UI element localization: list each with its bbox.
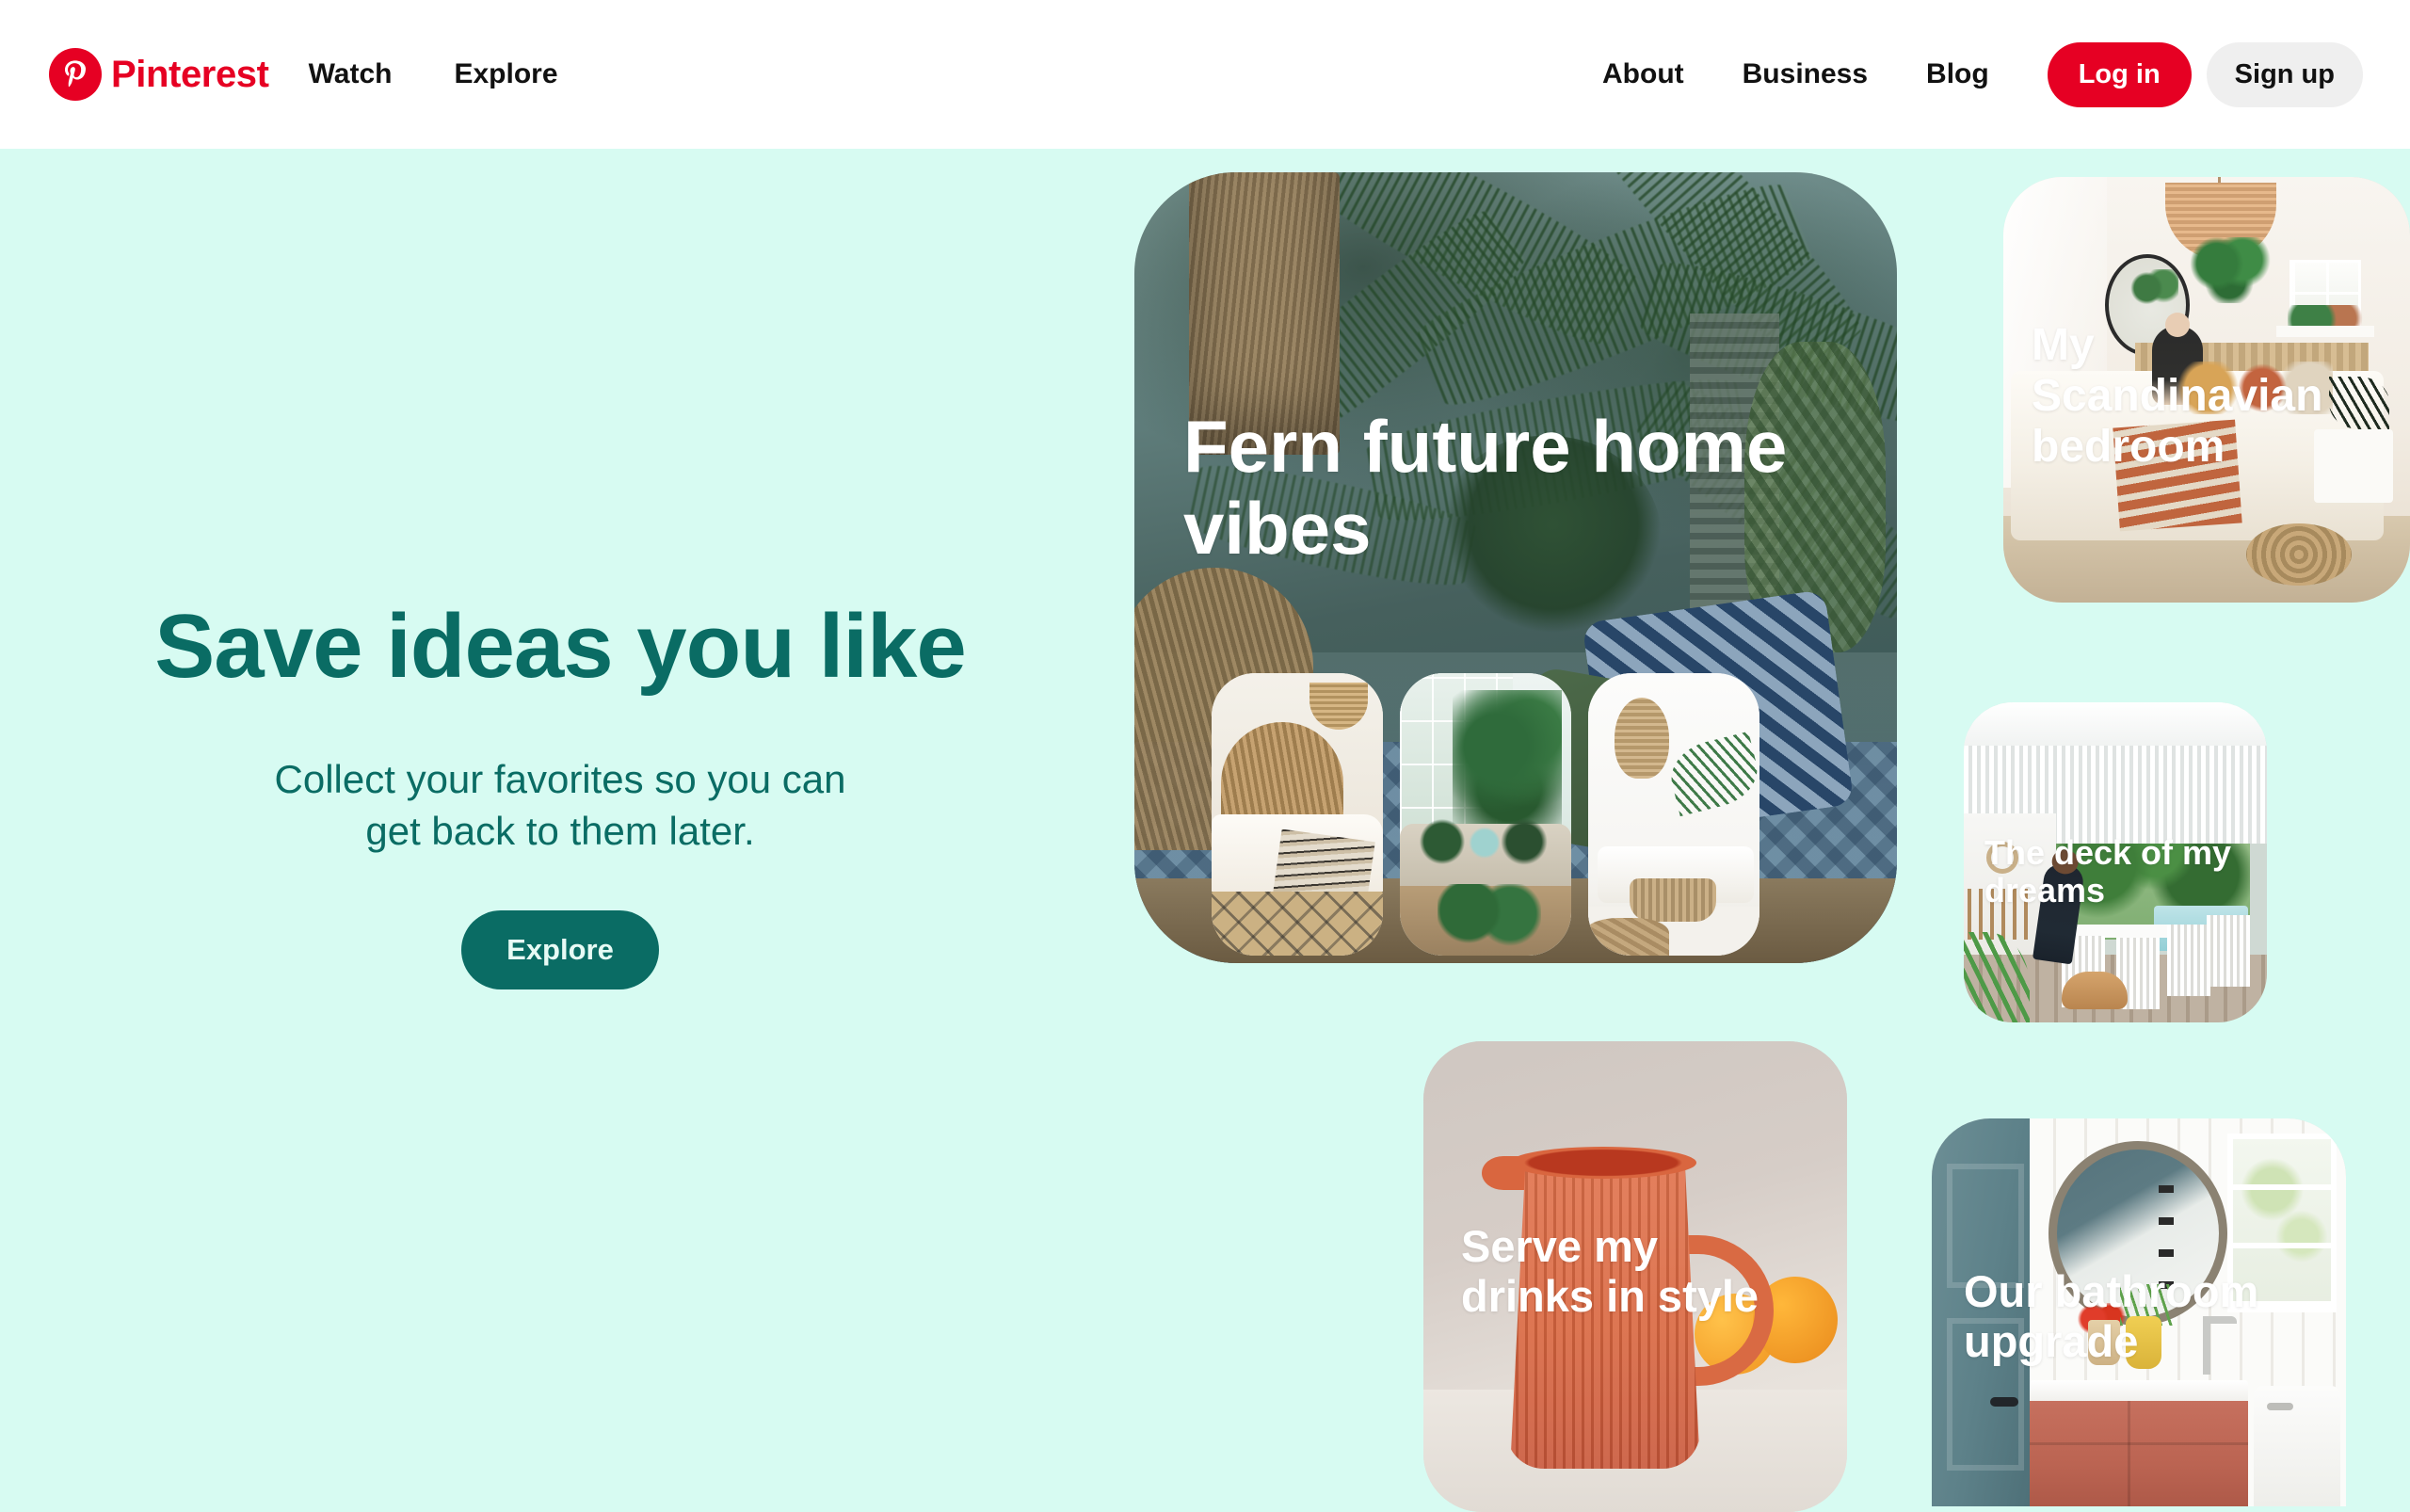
explore-cta-button[interactable]: Explore [461,910,659,990]
hero-subtitle-line-2: get back to them later. [365,809,755,854]
pin-card-label-deck: The deck of my dreams [1984,833,2232,910]
hero-subtitle-line-1: Collect your favorites so you can [274,756,846,801]
site-header: Pinterest Watch Explore About Business B… [0,0,2410,149]
pinterest-home-link[interactable]: Pinterest [49,48,269,101]
nav-item-explore[interactable]: Explore [454,58,557,90]
login-button[interactable]: Log in [2047,41,2192,107]
header-left-group: Pinterest Watch Explore [0,48,620,101]
signup-button[interactable]: Sign up [2206,41,2363,107]
primary-nav: Watch Explore [309,58,620,90]
pin-card-label-fern: Fern future home vibes [1183,405,1788,571]
nav-item-blog[interactable]: Blog [1926,58,1989,90]
pinterest-logo-icon [49,48,102,101]
fern-thumbnail-boho-bedroom[interactable] [1212,673,1383,956]
pin-card-label-bath: Our bathroom upgrade [1964,1266,2259,1366]
pin-card-label-scandi: My Scandinavian bedroom [2032,320,2323,472]
pin-card-the-deck-of-my-dreams[interactable]: The deck of my dreams [1964,702,2267,1022]
nav-item-business[interactable]: Business [1743,58,1868,90]
fern-thumbnail-plant-living-room[interactable] [1400,673,1571,956]
pin-card-label-drinks: Serve my drinks in style [1461,1221,1759,1321]
nav-item-about[interactable]: About [1602,58,1684,90]
pinterest-wordmark: Pinterest [111,53,269,95]
hero-text-panel: Save ideas you like Collect your favorit… [0,149,1120,1506]
pin-card-our-bathroom-upgrade[interactable]: Our bathroom upgrade [1932,1118,2346,1506]
fern-thumbnail-row [1212,673,1759,956]
hero-subtitle: Collect your favorites so you can get ba… [275,753,846,859]
pin-card-serve-my-drinks-in-style[interactable]: Serve my drinks in style [1423,1041,1847,1512]
nav-item-watch[interactable]: Watch [309,58,393,90]
header-right-group: About Business Blog Log in Sign up [1602,41,2410,107]
fern-thumbnail-white-living-room[interactable] [1588,673,1759,956]
page-title: Save ideas you like [154,595,966,697]
pin-card-fern-future-home-vibes[interactable]: Fern future home vibes [1134,172,1897,963]
pin-card-my-scandinavian-bedroom[interactable]: My Scandinavian bedroom [2003,177,2410,603]
